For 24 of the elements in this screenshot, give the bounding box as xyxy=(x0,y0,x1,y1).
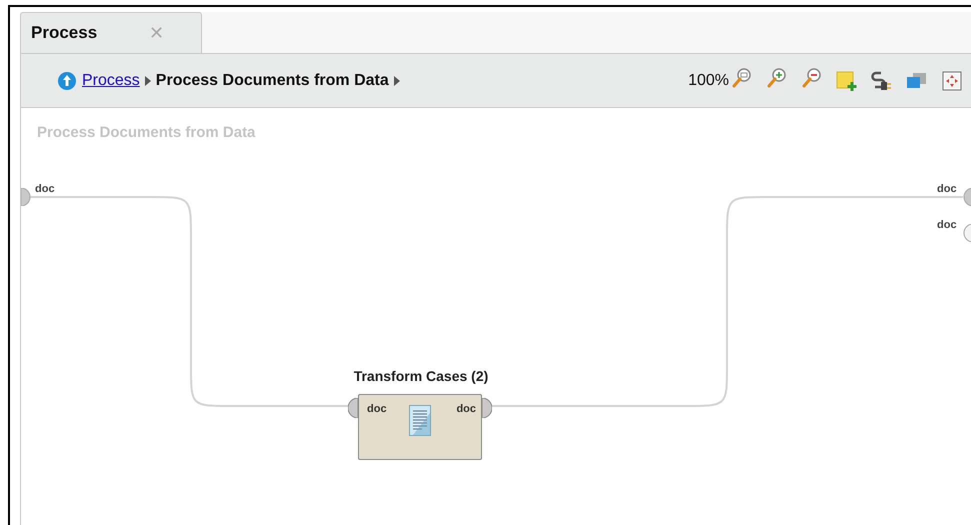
add-note-icon[interactable] xyxy=(836,70,858,92)
input-port[interactable] xyxy=(21,188,31,206)
canvas-title: Process Documents from Data xyxy=(37,124,256,141)
operator-node[interactable]: doc doc xyxy=(358,394,482,460)
process-tab[interactable]: Process ✕ xyxy=(20,12,202,53)
port-label: doc xyxy=(937,219,957,231)
port-label: doc xyxy=(937,183,957,195)
caret-icon[interactable] xyxy=(394,76,400,86)
caret-icon xyxy=(144,76,151,86)
output-port[interactable] xyxy=(482,398,492,418)
input-port[interactable] xyxy=(348,398,358,418)
port-label: doc xyxy=(367,403,387,415)
output-port[interactable] xyxy=(963,188,971,206)
breadcrumb-link[interactable]: Process xyxy=(82,72,140,90)
port-label: doc xyxy=(456,403,476,415)
document-icon xyxy=(409,405,431,436)
output-port[interactable] xyxy=(963,224,971,242)
operator-title: Transform Cases (2) xyxy=(352,368,490,384)
fit-to-view-icon[interactable] xyxy=(941,70,963,92)
tab-label: Process xyxy=(31,23,98,43)
port-label: doc xyxy=(35,183,55,195)
breadcrumb-current: Process Documents from Data xyxy=(156,72,389,90)
plug-icon[interactable] xyxy=(871,70,893,92)
zoom-level: 100% xyxy=(688,72,729,90)
